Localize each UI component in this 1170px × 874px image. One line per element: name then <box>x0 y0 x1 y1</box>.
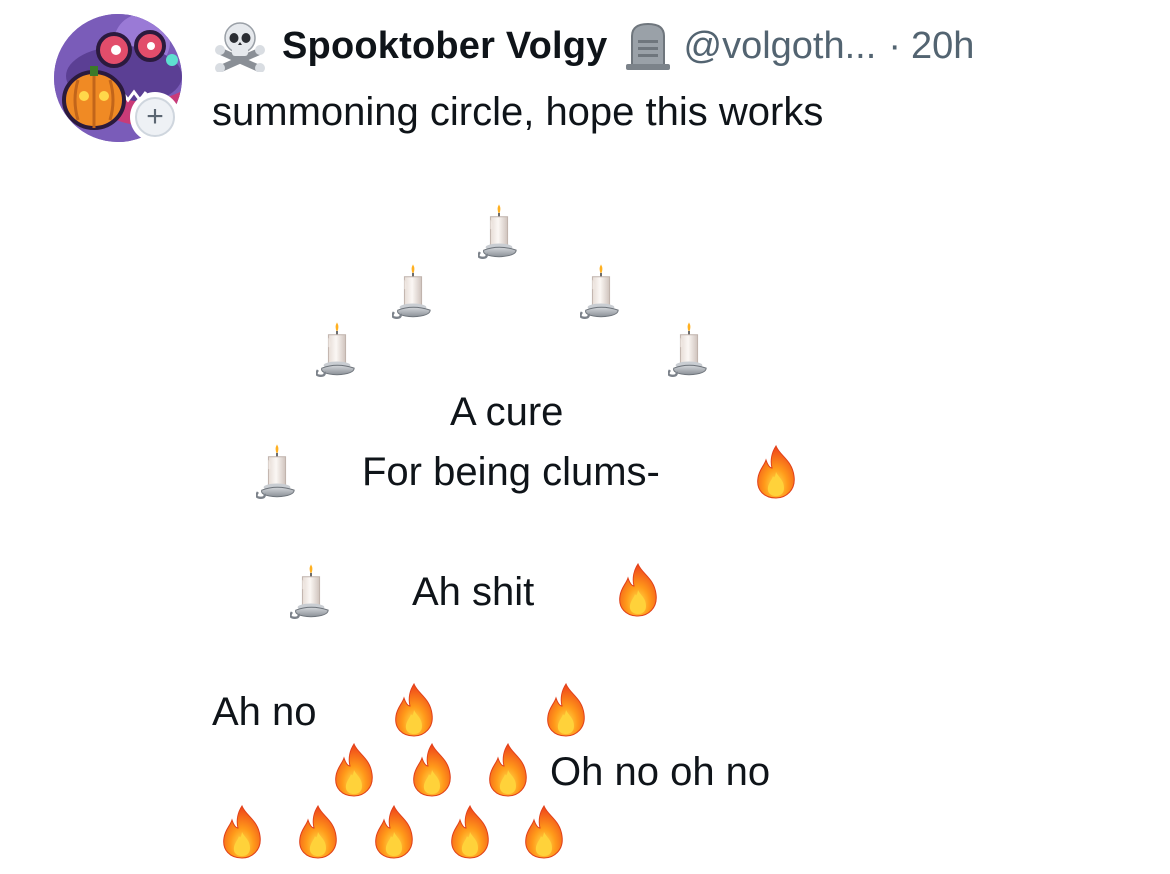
fire-icon <box>330 742 378 798</box>
fire-icon <box>614 562 662 618</box>
poem-line-5: Oh no oh no <box>550 750 771 794</box>
display-name[interactable]: Spooktober Volgy <box>282 25 608 68</box>
separator-dot: · <box>888 24 901 67</box>
fire-icon <box>218 804 266 860</box>
fire-icon <box>520 804 568 860</box>
poem-line-1: A cure <box>450 390 564 434</box>
post-timestamp[interactable]: 20h <box>911 25 974 68</box>
fire-icon <box>446 804 494 860</box>
fire-icon <box>752 444 800 500</box>
follow-button[interactable]: + <box>130 92 180 142</box>
post-header: Spooktober Volgy @volgoth... · 20h <box>212 16 974 76</box>
poem-line-3: Ah shit <box>412 570 535 614</box>
candle-icon <box>392 262 434 322</box>
poem-line-4: Ah no <box>212 690 317 734</box>
candle-icon <box>580 262 622 322</box>
fire-icon <box>294 804 342 860</box>
candle-icon <box>668 320 710 380</box>
fire-icon <box>390 682 438 738</box>
fire-icon <box>484 742 532 798</box>
plus-icon: + <box>135 97 175 137</box>
candle-icon <box>290 562 332 622</box>
headstone-icon <box>624 20 672 72</box>
candle-icon <box>316 320 358 380</box>
candle-icon <box>478 202 520 262</box>
poem-line-2: For being clums- <box>362 450 660 494</box>
post-text: summoning circle, hope this works <box>212 90 824 134</box>
previous-post-edge <box>226 0 426 2</box>
skull-crossbones-icon <box>212 20 268 72</box>
user-handle[interactable]: @volgoth... <box>684 25 877 68</box>
fire-icon <box>408 742 456 798</box>
fire-icon <box>542 682 590 738</box>
fire-icon <box>370 804 418 860</box>
candle-icon <box>256 442 298 502</box>
